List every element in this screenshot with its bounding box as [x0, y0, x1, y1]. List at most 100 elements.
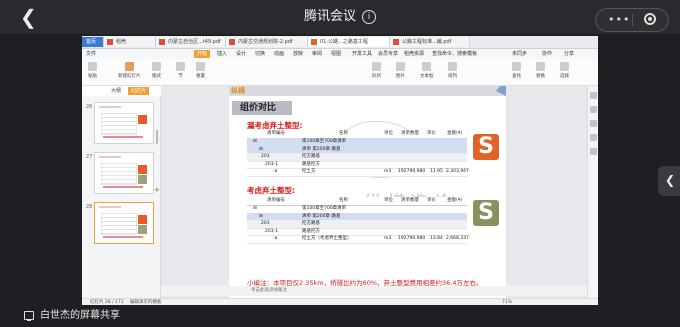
cell-name: 第100章至700章清单 — [302, 206, 347, 211]
info-icon[interactable]: i — [362, 9, 376, 24]
menu-slideshow[interactable]: 放映 — [293, 49, 303, 59]
app-logo-s-orange: S — [473, 134, 499, 160]
thumb-title-line — [99, 156, 121, 158]
section-title: 组价对比 — [232, 101, 292, 115]
col-code: 清单编号 — [267, 198, 285, 203]
arrange-button[interactable]: 排列 — [448, 62, 457, 79]
slide-thumbnail[interactable] — [94, 152, 154, 194]
slide-thumbnail-selected[interactable] — [94, 202, 154, 244]
tab-pdf-2[interactable]: 内蒙古交通规划院-2.pdf — [226, 37, 308, 47]
thumbnail-scrollbar[interactable] — [156, 130, 158, 144]
add-slide-icon[interactable]: + — [154, 186, 160, 194]
thumb-logo — [138, 175, 147, 184]
reset-button[interactable]: 重置 — [196, 62, 205, 79]
cell-code: 203-1 — [265, 161, 279, 167]
tab-pdf-1[interactable]: 内蒙古自治区...t49.pdf — [156, 37, 226, 47]
expand-icon[interactable]: ⊟ — [253, 138, 257, 146]
thumb-logo — [138, 225, 147, 234]
format-icon[interactable] — [590, 106, 597, 113]
paste-button[interactable]: 粘贴 — [88, 62, 97, 79]
tab-pdf-3[interactable]: 公路工程标准...编.pdf — [390, 37, 470, 47]
price-table-2: 清单编号 名称 单位 清单数量 单价 金额(¥) ⊟ 第100章至700章清单 … — [247, 197, 469, 244]
thumb-title-line — [99, 206, 121, 208]
close-target-icon[interactable] — [644, 13, 656, 25]
menu-design[interactable]: 设计 — [236, 49, 246, 59]
pdf-icon — [107, 39, 113, 45]
menu-docer-resource[interactable]: 稻壳资源 — [404, 49, 424, 59]
animation-icon[interactable] — [590, 120, 597, 127]
table-row[interactable]: -a 挖土方 m3 192790.980 11.95 2,303,947 — [247, 168, 469, 177]
menu-home[interactable]: 开始 — [194, 50, 211, 58]
price-table-1: 清单编号 名称 单位 清单数量 单价 金额(¥) ⊟ 第100章至700章清单 … — [247, 130, 469, 177]
tab-ppt-active[interactable]: 01-公路...之路基工程 — [308, 37, 390, 47]
side-pane-tabs: 大纲 幻灯片 — [82, 86, 154, 96]
find-button[interactable]: 查找 — [512, 62, 521, 79]
thumb-table — [101, 163, 137, 185]
textbox-button[interactable]: 文本框 — [420, 62, 434, 79]
chevron-left-icon: ❮ — [665, 173, 676, 187]
picture-button[interactable]: 图片 — [396, 62, 405, 79]
replace-button[interactable]: 替换 — [536, 62, 545, 79]
expand-icon[interactable]: ⊟ — [259, 146, 263, 154]
share-button[interactable]: 分享 — [564, 49, 574, 59]
bottom-bar: 白世杰的屏幕共享 — [0, 305, 680, 327]
new-slide-button[interactable]: 新建幻灯片 — [118, 62, 141, 79]
menu-member[interactable]: 会员专享 — [378, 49, 398, 59]
command-search[interactable]: 查找命令、搜索模板 — [432, 49, 477, 59]
cell-code: 203 — [261, 154, 270, 159]
cell-code: -a — [273, 236, 278, 241]
select-button[interactable]: 选择 — [560, 62, 569, 79]
cell-name: 挖土方 — [302, 169, 316, 174]
section-button[interactable]: 节 — [176, 62, 185, 79]
document-tab-bar: 首页 稻壳 内蒙古自治区...t49.pdf 内蒙古交通规划院-2.pdf 01… — [82, 36, 598, 49]
table-row[interactable]: -a 挖土方（考虑弃土整型） m3 192790.980 13.84 2,668… — [247, 235, 469, 244]
thumb-number: 27 — [86, 154, 93, 160]
design-icon[interactable] — [590, 134, 597, 141]
tab-label: 首页 — [86, 39, 97, 45]
tab-docer[interactable]: 稻壳 — [104, 37, 156, 47]
settings-icon[interactable] — [590, 148, 597, 155]
notes-bar[interactable]: 单击此处添加备注 — [161, 286, 587, 296]
notes-placeholder: 单击此处添加备注 — [251, 288, 287, 293]
more-icon[interactable]: ••• — [608, 14, 630, 26]
right-tool-strip — [587, 86, 598, 301]
col-price: 单价 — [427, 198, 436, 203]
layout-button[interactable]: 版式 — [152, 62, 161, 79]
tab-outline[interactable]: 大纲 — [108, 87, 124, 95]
current-slide[interactable]: 纵横 组价对比 纵横造价 漏考虑弃土整型: 清单编号 名称 单位 清单数量 单价… — [229, 86, 506, 299]
tool-label: 节 — [178, 74, 183, 79]
screen-share-label: 白世杰的屏幕共享 — [40, 310, 120, 321]
tool-label: 粘贴 — [88, 74, 97, 79]
heading-with-shaping: 考虑弃土整型: — [247, 186, 295, 195]
tab-slides[interactable]: 幻灯片 — [128, 87, 150, 95]
arrange-icon — [448, 62, 457, 71]
thumb-table — [101, 213, 137, 235]
menu-view[interactable]: 视图 — [331, 49, 341, 59]
menu-insert[interactable]: 插入 — [217, 49, 227, 59]
menu-animation[interactable]: 动画 — [274, 49, 284, 59]
shapes-button[interactable]: 形状 — [372, 62, 381, 79]
thumb-title-line — [99, 106, 121, 108]
side-panel-handle[interactable]: ❮ — [658, 166, 680, 196]
cell-code: 203 — [261, 221, 270, 226]
meeting-title: 腾讯会议 i — [0, 0, 680, 34]
menu-file[interactable]: 文件 — [86, 49, 96, 59]
tab-home[interactable]: 首页 — [82, 37, 104, 47]
cell-name: 路基挖方 — [302, 161, 320, 167]
replace-icon — [536, 62, 545, 71]
col-amount: 金额(¥) — [447, 131, 463, 136]
menu-transition[interactable]: 切换 — [255, 49, 265, 59]
paste-icon — [88, 62, 97, 71]
expand-icon[interactable]: ⊟ — [253, 205, 257, 213]
sync-status[interactable]: 未同步 — [512, 49, 527, 59]
collaborate-button[interactable]: 协作 — [542, 49, 552, 59]
slide-thumbnail[interactable] — [94, 102, 154, 144]
menu-developer[interactable]: 开发工具 — [352, 49, 372, 59]
slide-brand-tag: 纵横 — [231, 87, 245, 95]
tab-label: 稻壳 — [116, 39, 127, 45]
property-icon[interactable] — [590, 92, 597, 99]
meeting-title-text: 腾讯会议 — [303, 9, 356, 24]
menu-review[interactable]: 审阅 — [312, 49, 322, 59]
app-logo-s-olive: S — [473, 200, 499, 226]
expand-icon[interactable]: ⊟ — [259, 213, 263, 221]
